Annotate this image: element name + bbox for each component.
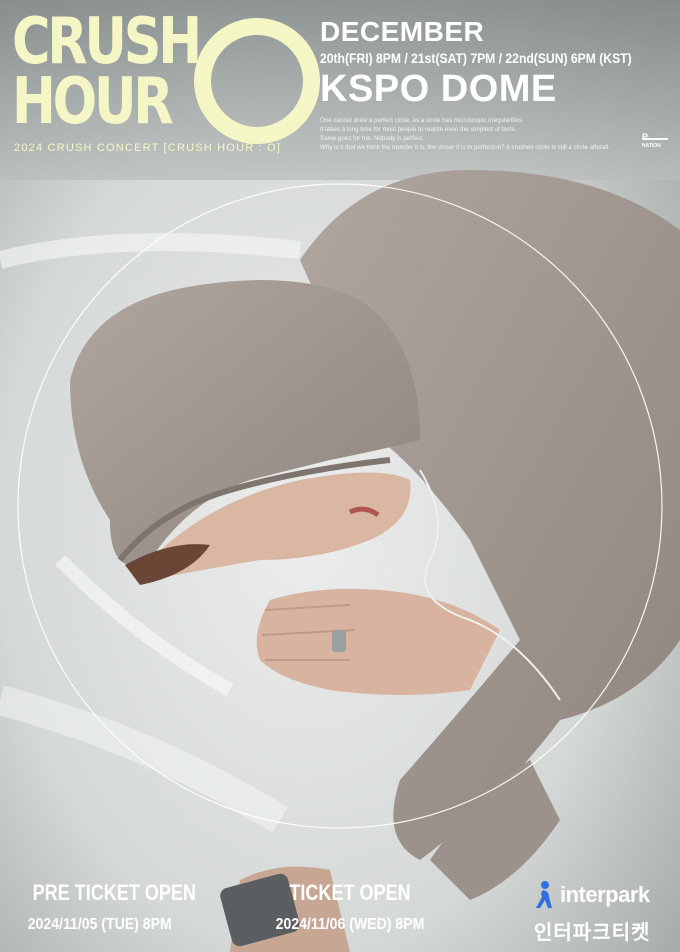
pnation-logo: P NATION	[642, 133, 668, 156]
pnation-logo-text: NATION	[642, 143, 661, 149]
pre-ticket-open: PRE TICKET OPEN 2024/11/05 (TUE) 8PM	[18, 880, 196, 934]
event-month: DECEMBER	[320, 16, 485, 47]
title-o-circle	[194, 18, 320, 144]
event-venue: KSPO DOME	[320, 68, 557, 110]
interpark-name-korean: 인터파크티켓	[534, 922, 651, 944]
interpark-brand: interpark	[534, 880, 674, 910]
event-description: One cannot draw a perfect circle, as a c…	[320, 116, 640, 152]
event-dates: 20th(FRI) 8PM / 21st(SAT) 7PM / 22nd(SUN…	[320, 51, 632, 66]
ticket-open-date: 2024/11/06 (WED) 8PM	[275, 916, 425, 933]
event-info: DECEMBER 20th(FRI) 8PM / 21st(SAT) 7PM /…	[320, 16, 668, 152]
description-line: One cannot draw a perfect circle, as a c…	[320, 117, 524, 124]
interpark-logo: interpark 인터파크티켓	[534, 880, 674, 945]
description-line: Same goes for me. Nobody is perfect.	[320, 135, 424, 142]
title-logo: CRUSH HOUR	[12, 10, 320, 144]
description-line: Why is it that we think the rounder it i…	[320, 144, 610, 151]
interpark-figure-icon	[536, 881, 552, 908]
pnation-logo-mark: P	[642, 132, 649, 142]
pre-ticket-title: PRE TICKET OPEN	[32, 880, 196, 905]
description-line: It takes a long time for most people to …	[320, 126, 517, 133]
pre-ticket-date: 2024/11/05 (TUE) 8PM	[27, 916, 172, 933]
ticket-open: TICKET OPEN 2024/11/06 (WED) 8PM	[260, 880, 440, 934]
concert-poster: CRUSH HOUR 2024 CRUSH CONCERT [CRUSH HOU…	[0, 0, 680, 952]
ticket-open-title: TICKET OPEN	[289, 880, 411, 905]
interpark-name: interpark	[560, 882, 650, 907]
concert-subtitle: 2024 CRUSH CONCERT [CRUSH HOUR : O]	[14, 142, 282, 154]
